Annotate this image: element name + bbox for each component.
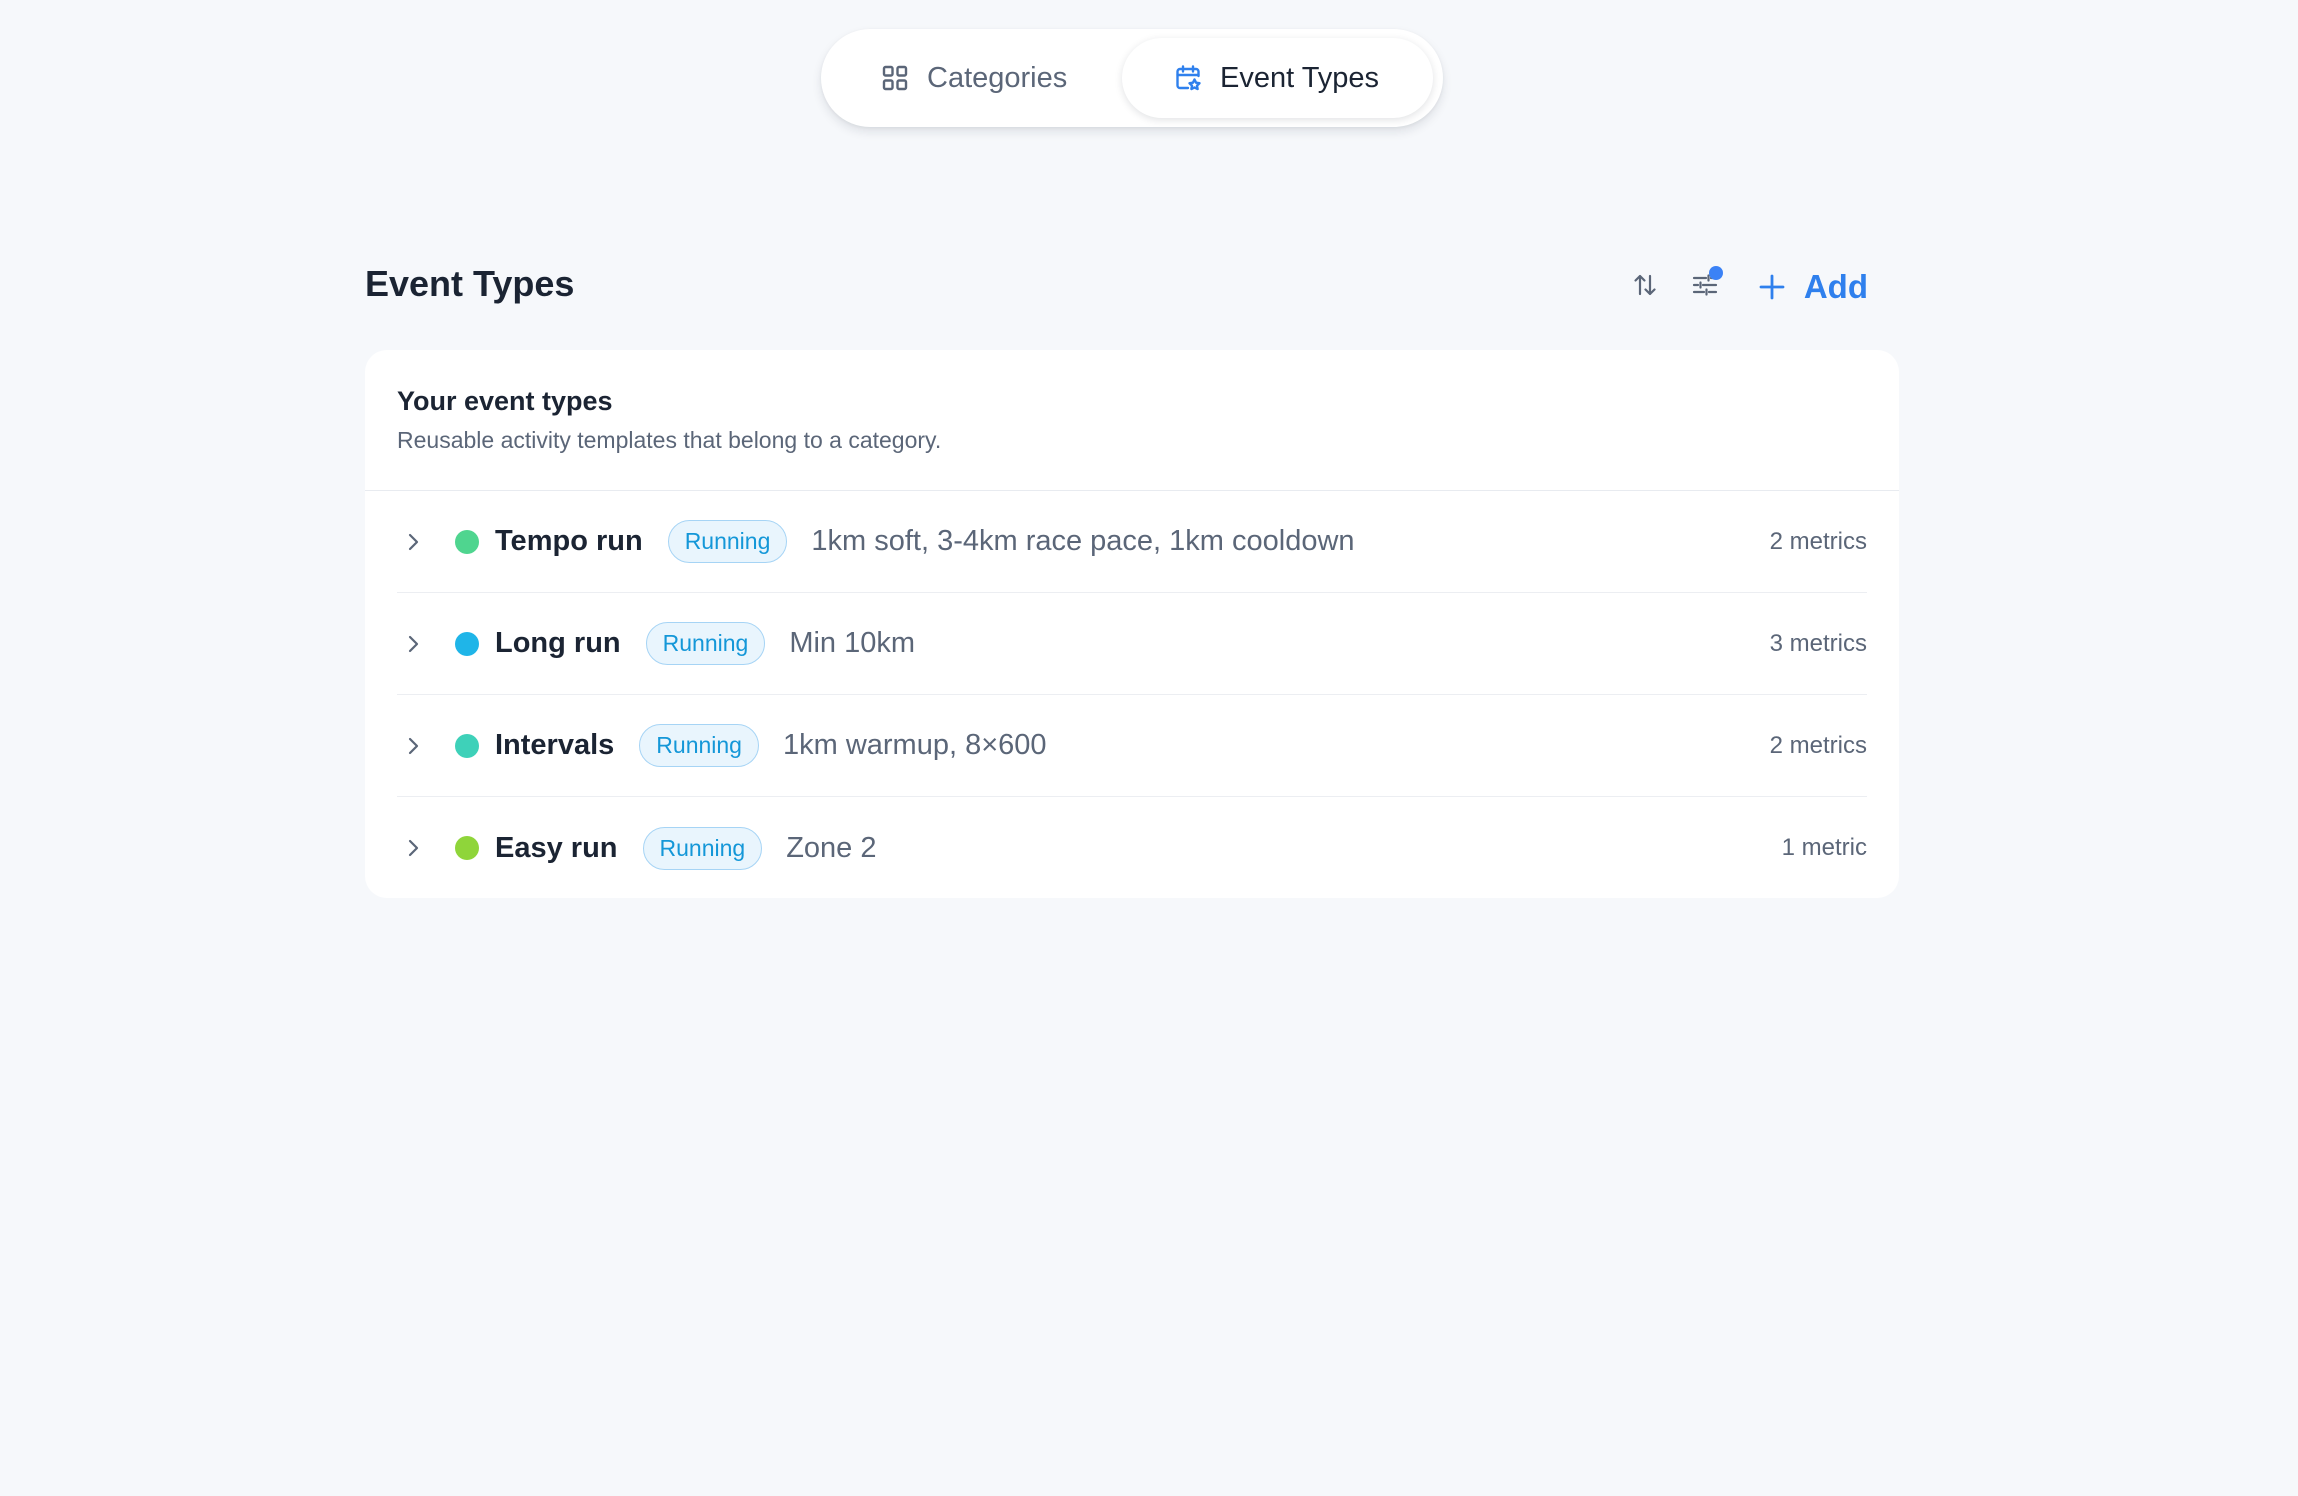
color-dot: [455, 836, 479, 860]
add-button[interactable]: Add: [1758, 268, 1868, 306]
event-type-name: Intervals: [495, 729, 615, 761]
category-badge: Running: [667, 520, 788, 563]
grid-icon: [881, 64, 909, 92]
calendar-star-icon: [1174, 64, 1202, 92]
page-title: Event Types: [365, 263, 575, 304]
tab-event-types-label: Event Types: [1220, 61, 1380, 94]
color-dot: [455, 631, 479, 656]
category-badge: Running: [639, 724, 759, 767]
event-type-name: Long run: [495, 627, 621, 659]
color-dot: [455, 733, 479, 758]
chevron-right-icon[interactable]: [401, 836, 425, 860]
tab-categories-label: Categories: [927, 61, 1068, 94]
filter-active-indicator: [1708, 266, 1723, 280]
event-type-description: 1km soft, 3-4km race pace, 1km cooldown: [811, 525, 1355, 557]
event-type-description: 1km warmup, 8×600: [782, 729, 1047, 761]
filter-button[interactable]: [1680, 262, 1730, 312]
sort-arrows-icon: [1631, 271, 1659, 304]
list-item[interactable]: Intervals Running 1km warmup, 8×600 2 me…: [397, 695, 1867, 797]
list-item[interactable]: Easy run Running Zone 2 1 metric: [397, 797, 1867, 899]
list-item[interactable]: Long run Running Min 10km 3 metrics: [397, 593, 1867, 695]
metrics-count: 2 metrics: [1769, 731, 1867, 759]
page-toolbar: Add: [1620, 262, 1868, 312]
event-type-description: Min 10km: [789, 627, 916, 659]
sort-button[interactable]: [1620, 262, 1670, 312]
metrics-count: 3 metrics: [1769, 629, 1867, 657]
metrics-count: 1 metric: [1781, 834, 1867, 861]
view-switcher: Categories Event Types: [821, 29, 1443, 127]
event-types-list: Tempo run Running 1km soft, 3-4km race p…: [365, 491, 1899, 899]
category-badge: Running: [645, 622, 766, 665]
chevron-right-icon[interactable]: [401, 530, 425, 554]
card-title: Your event types: [397, 386, 613, 416]
event-type-name: Easy run: [495, 831, 618, 864]
event-type-description: Zone 2: [786, 831, 877, 864]
add-button-label: Add: [1803, 268, 1868, 305]
metrics-count: 2 metrics: [1769, 527, 1867, 555]
category-badge: Running: [642, 826, 763, 870]
color-dot: [455, 529, 479, 554]
chevron-right-icon[interactable]: [401, 632, 425, 656]
card-header: Your event types Reusable activity templ…: [365, 350, 1899, 491]
card-subtitle: Reusable activity templates that belong …: [397, 427, 942, 453]
plus-icon: [1758, 273, 1786, 301]
event-types-card: Your event types Reusable activity templ…: [365, 350, 1899, 898]
chevron-right-icon[interactable]: [401, 734, 425, 758]
list-item[interactable]: Tempo run Running 1km soft, 3-4km race p…: [397, 491, 1867, 593]
tab-event-types[interactable]: Event Types: [1122, 38, 1433, 118]
event-type-name: Tempo run: [495, 525, 643, 557]
tab-categories[interactable]: Categories: [821, 38, 1122, 118]
